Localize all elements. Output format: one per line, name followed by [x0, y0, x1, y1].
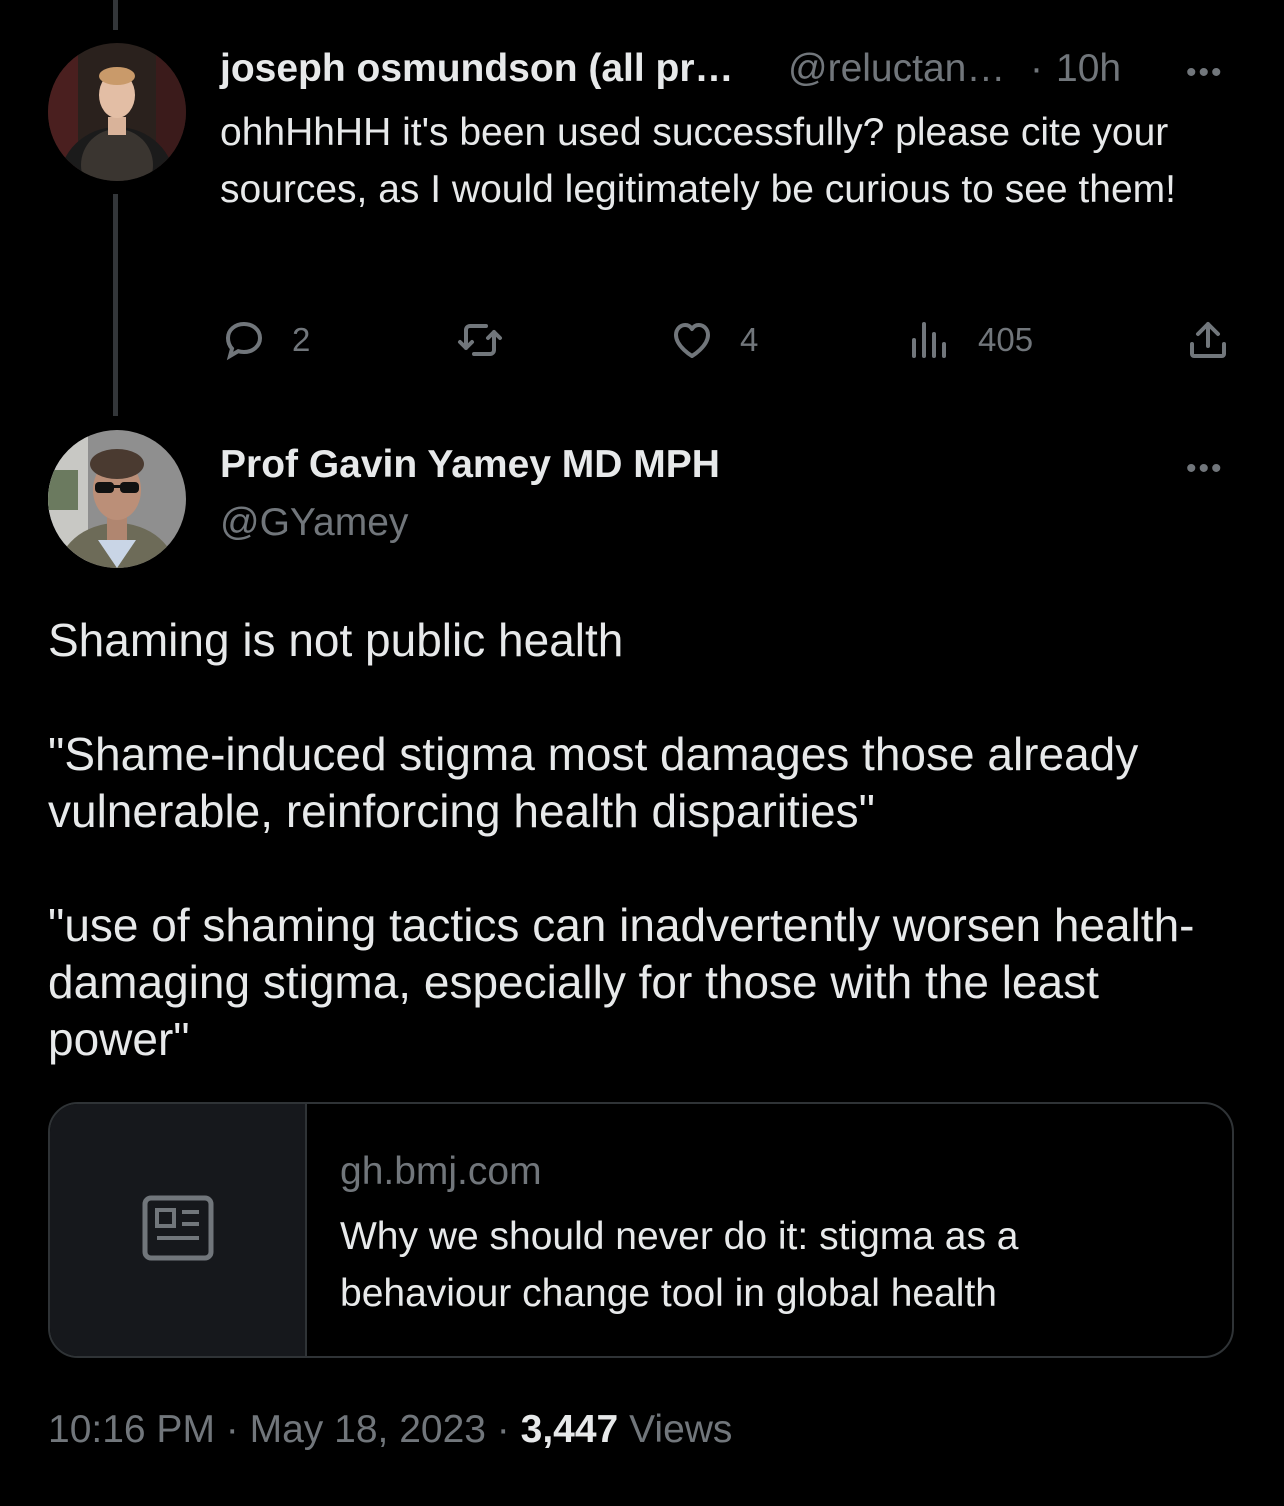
like-count: 4 [740, 321, 759, 358]
main-handle[interactable]: @GYamey [220, 501, 408, 545]
timestamp-date[interactable]: May 18, 2023 [250, 1408, 486, 1451]
link-card[interactable]: gh.bmj.com Why we should never do it: st… [48, 1102, 1234, 1358]
thread-line-top [113, 0, 118, 30]
meta-separator: · [225, 1408, 239, 1451]
share-button[interactable] [1184, 316, 1232, 364]
reply-count: 2 [292, 321, 311, 358]
views-label: Views [629, 1408, 733, 1451]
avatar-joseph-osmundson[interactable] [48, 43, 186, 181]
retweet-icon [456, 316, 504, 364]
analytics-icon [904, 316, 952, 364]
parent-more-icon[interactable]: ••• [1186, 56, 1224, 90]
meta-separator: · [496, 1408, 510, 1451]
link-card-thumbnail [50, 1104, 307, 1356]
views-button[interactable]: 405 [904, 316, 1033, 364]
parent-handle[interactable]: @reluctan… [788, 47, 1005, 91]
parent-timestamp[interactable]: 10h [1056, 47, 1121, 91]
link-card-domain: gh.bmj.com [340, 1150, 542, 1193]
timestamp-time[interactable]: 10:16 PM [48, 1408, 215, 1451]
thread-line [113, 194, 118, 416]
article-icon [142, 1195, 214, 1266]
retweet-button[interactable] [456, 316, 528, 364]
main-tweet-paragraph: "Shame-induced stigma most damages those… [48, 728, 1139, 837]
views-count: 405 [978, 321, 1034, 358]
share-icon [1184, 316, 1232, 364]
like-button[interactable]: 4 [668, 316, 758, 364]
avatar-gavin-yamey[interactable] [48, 430, 186, 568]
parent-display-name[interactable]: joseph osmundson (all pr… [220, 47, 734, 91]
heart-icon [668, 316, 716, 364]
tweet-meta: 10:16 PM · May 18, 2023 · 3,447 Views [48, 1408, 732, 1452]
reply-button[interactable]: 2 [220, 316, 310, 364]
reply-icon [220, 316, 268, 364]
main-tweet-paragraph: Shaming is not public health [48, 614, 624, 666]
main-more-icon[interactable]: ••• [1186, 452, 1224, 486]
main-tweet-text: Shaming is not public health "Shame-indu… [48, 612, 1248, 1068]
main-tweet-paragraph: "use of shaming tactics can inadvertentl… [48, 899, 1195, 1065]
views-total[interactable]: 3,447 [521, 1408, 619, 1451]
main-display-name[interactable]: Prof Gavin Yamey MD MPH [220, 443, 720, 487]
link-card-title: Why we should never do it: stigma as a b… [340, 1215, 1019, 1315]
parent-tweet-text: ohhHhHH it's been used successfully? ple… [220, 111, 1176, 211]
parent-separator: · [1030, 47, 1043, 90]
